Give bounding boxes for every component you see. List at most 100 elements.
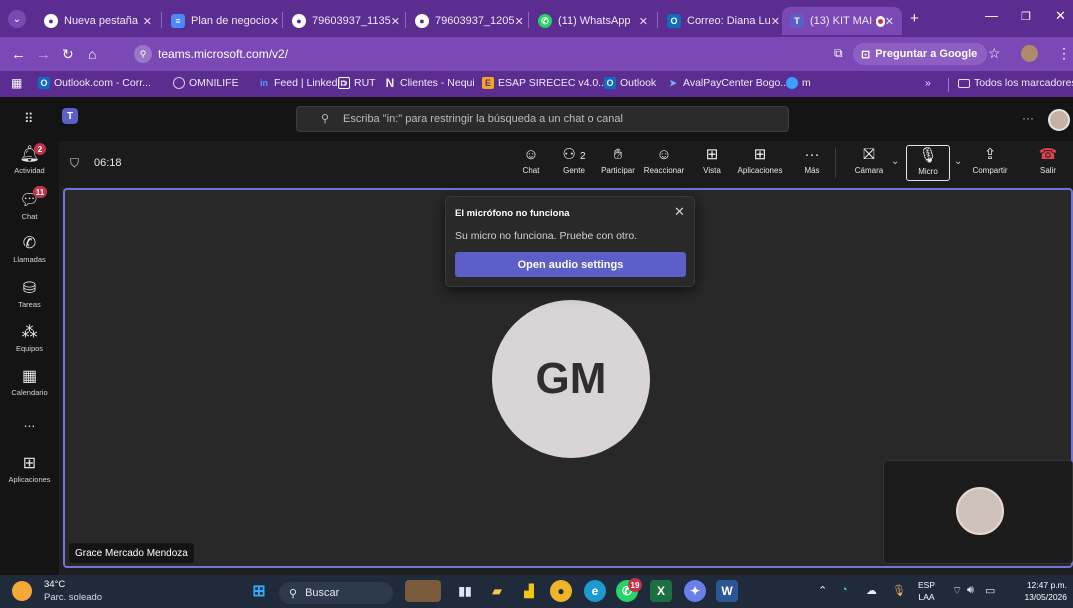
toolbar-raise-hand-button[interactable]: ✋︎ Participar xyxy=(594,146,642,175)
language-indicator[interactable]: ESP LAA xyxy=(918,579,935,603)
close-icon[interactable]: ✕ xyxy=(639,15,648,28)
close-icon[interactable]: ✕ xyxy=(885,15,894,28)
volume-icon[interactable]: 🔊︎ xyxy=(967,584,974,597)
tab-label: (11) WhatsApp xyxy=(558,15,631,27)
rail-tasks[interactable]: ⛁ Tareas xyxy=(0,278,59,309)
toolbar-view-button[interactable]: ⊞ Vista xyxy=(688,146,736,175)
edge-taskbar-icon[interactable]: e xyxy=(584,580,606,602)
battery-icon[interactable]: ▭ xyxy=(985,584,995,597)
url-text[interactable]: teams.microsoft.com/v2/ xyxy=(158,47,288,61)
tab-label: Correo: Diana Lu xyxy=(687,15,771,27)
tray-overflow-icon[interactable]: ⌃ xyxy=(818,584,827,597)
camera-options-chevron-icon[interactable]: ⌄ xyxy=(891,156,899,167)
taskbar-clock[interactable]: 12:47 p.m. 13/05/2026 xyxy=(1013,579,1067,603)
rail-teams[interactable]: ⁂ Equipos xyxy=(0,322,59,353)
all-bookmarks-folder[interactable]: Todos los marcadores xyxy=(958,77,1073,89)
bookmark-star-icon[interactable]: ☆ xyxy=(988,45,1001,62)
apps-grid-icon[interactable]: ▦ xyxy=(11,76,22,90)
close-icon[interactable]: ✕ xyxy=(143,15,152,28)
tab-79603937-1135[interactable]: ● 79603937_1135 ✕ xyxy=(284,7,404,35)
toolbar-share-button[interactable]: ⇪ Compartir xyxy=(966,146,1014,175)
bookmarks-overflow[interactable]: » xyxy=(925,77,931,89)
rail-chat[interactable]: 💬︎ Chat xyxy=(0,190,59,221)
back-icon[interactable]: ← xyxy=(11,46,26,63)
ask-google-button[interactable]: ⊡ Preguntar a Google xyxy=(853,43,988,65)
toolbar-apps-button[interactable]: ⊞ Aplicaciones xyxy=(736,146,784,175)
forward-icon[interactable]: → xyxy=(36,46,51,63)
install-app-icon[interactable]: ⧉ xyxy=(834,46,843,61)
word-taskbar-icon[interactable]: W xyxy=(716,580,738,602)
weather-icon[interactable] xyxy=(12,581,32,601)
toolbar-camera-button[interactable]: ⛝ Cámara xyxy=(845,146,893,175)
toolbar-more-button[interactable]: ··· Más xyxy=(788,146,836,175)
rail-apps[interactable]: ⊞ Aplicaciones xyxy=(0,453,59,484)
tab-79603937-1205[interactable]: ● 79603937_1205 ✕ xyxy=(407,7,527,35)
open-audio-settings-button[interactable]: Open audio settings xyxy=(455,252,686,277)
bookmark-outlook[interactable]: O Outlook xyxy=(604,77,656,89)
task-view-icon[interactable]: ▮▮ xyxy=(454,580,476,602)
toolbar-chat-button[interactable]: ☺︎ Chat xyxy=(507,146,555,175)
onedrive-tray-icon[interactable]: ☁ xyxy=(866,584,877,597)
tab-whatsapp[interactable]: ✆ (11) WhatsApp ✕ xyxy=(530,7,656,35)
tab-search-button[interactable]: ⌄ xyxy=(8,10,26,28)
toolbar-mic-button[interactable]: 🎙︎ Micro xyxy=(906,145,950,181)
tab-plan-de-negocio[interactable]: ≡ Plan de negocio ✕ xyxy=(163,7,281,35)
bookmark-m[interactable]: m xyxy=(786,77,811,89)
profile-avatar[interactable] xyxy=(1021,45,1038,62)
rail-more[interactable]: ... xyxy=(0,414,59,430)
site-info-icon[interactable]: ⚲ xyxy=(134,45,152,63)
chrome-taskbar-icon[interactable]: ● xyxy=(550,580,572,602)
search-placeholder: Escriba "in:" para restringir la búsqued… xyxy=(343,113,623,125)
file-explorer-icon[interactable]: ▰ xyxy=(486,580,508,602)
mic-tray-icon[interactable]: 🎙︎ xyxy=(892,584,906,597)
power-bi-icon[interactable]: ▟ xyxy=(518,580,540,602)
bookmark-linkedin[interactable]: in Feed | LinkedIn xyxy=(258,77,346,89)
clock-time: 12:47 p.m. xyxy=(1026,580,1067,590)
close-icon[interactable]: ✕ xyxy=(771,15,779,28)
close-icon[interactable]: ✕ xyxy=(515,15,524,28)
toolbar-react-button[interactable]: ☺ Reaccionar xyxy=(640,146,688,175)
new-tab-button[interactable]: + xyxy=(910,10,919,27)
copilot-taskbar-icon[interactable]: ✦ xyxy=(684,580,706,602)
popup-close-icon[interactable]: ✕ xyxy=(674,204,685,220)
widgets-icon[interactable] xyxy=(405,580,441,602)
weather-temp[interactable]: 34°C xyxy=(44,579,65,590)
app-launcher-icon[interactable]: ⠿ xyxy=(24,111,34,127)
browser-menu-icon[interactable]: ⋮ xyxy=(1057,45,1071,62)
wifi-icon[interactable]: ⌔ xyxy=(952,584,962,598)
rail-calendar[interactable]: ▦ Calendario xyxy=(0,366,59,397)
self-view-tile[interactable] xyxy=(883,460,1073,564)
bookmark-outlook-com[interactable]: O Outlook.com - Corr... xyxy=(38,77,151,89)
weather-desc[interactable]: Parc. soleado xyxy=(44,592,102,603)
bookmark-esap[interactable]: E ESAP SIRECEC v4.0... xyxy=(482,77,607,89)
rail-calls[interactable]: ✆ Llamadas xyxy=(0,233,59,264)
toolbar-people-button[interactable]: ⚇ 2 Gente xyxy=(550,146,598,175)
close-icon[interactable]: ✕ xyxy=(270,15,279,28)
user-avatar[interactable] xyxy=(1048,109,1070,131)
mic-options-chevron-icon[interactable]: ⌄ xyxy=(954,156,962,167)
bookmark-nequi[interactable]: N Clientes - Nequi xyxy=(384,76,475,90)
rail-label: Aplicaciones xyxy=(8,475,51,484)
excel-taskbar-icon[interactable]: X xyxy=(650,580,672,602)
bookmark-avalpay[interactable]: ➤ AvalPayCenter Bogo... xyxy=(667,77,789,89)
tool-label: Reaccionar xyxy=(643,166,685,175)
home-icon[interactable]: ⌂ xyxy=(88,46,96,62)
window-close-icon[interactable]: ✕ xyxy=(1055,8,1066,24)
rail-activity[interactable]: 🔔︎ Actividad xyxy=(0,144,59,175)
tab-correo[interactable]: O Correo: Diana Lu ✕ xyxy=(659,7,779,35)
toolbar-leave-button[interactable]: ☎︎ Salir xyxy=(1024,146,1072,175)
minimize-icon[interactable]: — xyxy=(985,8,998,23)
close-icon[interactable]: ✕ xyxy=(391,15,400,28)
tab-nueva-pestana[interactable]: ● Nueva pestaña ✕ xyxy=(36,7,160,35)
taskbar-search-box[interactable]: ⚲ Buscar xyxy=(279,582,393,604)
start-windows-icon[interactable]: ⊞ xyxy=(248,580,270,602)
tab-teams-active[interactable]: T (13) KIT MAI ✕ xyxy=(782,7,902,35)
bookmark-rut[interactable]: ⊃ RUT xyxy=(338,77,376,89)
teams-search-input[interactable]: ⚲ Escriba "in:" para restringir la búsqu… xyxy=(296,106,789,132)
bookmark-omnilife[interactable]: OMNILIFE xyxy=(173,77,239,89)
copilot-tray-icon[interactable]: ◔ xyxy=(841,584,848,596)
bookmark-label: AvalPayCenter Bogo... xyxy=(683,77,790,89)
settings-more-icon[interactable]: ··· xyxy=(1022,111,1034,125)
restore-icon[interactable]: ❐ xyxy=(1021,10,1031,23)
reload-icon[interactable]: ↻ xyxy=(62,46,74,63)
